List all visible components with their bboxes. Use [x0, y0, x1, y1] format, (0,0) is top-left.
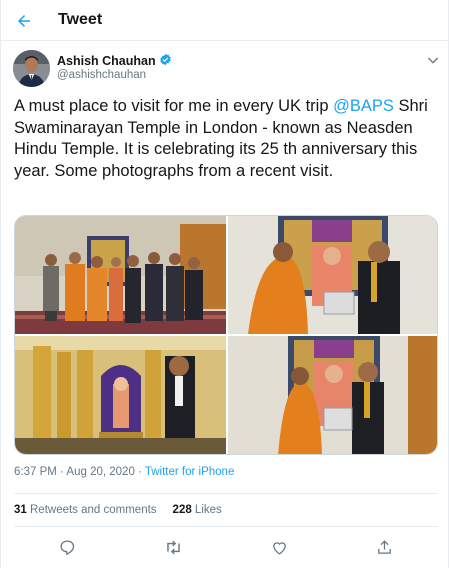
page-title: Tweet [58, 11, 103, 28]
tweet-text: A must place to visit for me in every UK… [14, 96, 442, 182]
source-link[interactable]: Twitter for iPhone [145, 466, 234, 478]
timestamp[interactable]: 6:37 PM · Aug 20, 2020 · [14, 466, 145, 478]
tweet-page: Tweet Ashish Chauhan @ashishchauhan A mu… [0, 0, 449, 568]
likes-label: Likes [191, 504, 222, 516]
like-icon[interactable] [269, 537, 289, 557]
author-name[interactable]: Ashish Chauhan [57, 53, 172, 69]
retweets-count: 31 [14, 504, 27, 516]
divider [14, 493, 438, 494]
likes-count: 228 [172, 504, 192, 516]
stats-row: 31 Retweets and comments 228 Likes [14, 504, 222, 516]
header: Tweet [1, 0, 449, 41]
photo-group[interactable] [15, 216, 226, 334]
avatar[interactable] [13, 50, 50, 87]
mention-link[interactable]: @BAPS [333, 97, 394, 115]
retweets-label: Retweets and comments [26, 504, 157, 516]
likes-stat[interactable]: 228 Likes [173, 504, 222, 516]
author-name-text[interactable]: Ashish Chauhan [57, 54, 156, 68]
tweet-text-start: A must place to visit for me in every UK… [14, 97, 334, 115]
retweet-icon[interactable] [163, 537, 183, 557]
reply-icon[interactable] [57, 537, 77, 557]
photo-gift[interactable] [228, 336, 437, 454]
author-handle[interactable]: @ashishchauhan [57, 69, 146, 81]
photo-shrine[interactable] [15, 336, 226, 454]
retweets-stat[interactable]: 31 Retweets and comments [14, 504, 157, 516]
tweet-meta: 6:37 PM · Aug 20, 2020 · Twitter for iPh… [14, 466, 234, 478]
divider [14, 526, 438, 527]
chevron-down-icon[interactable] [425, 52, 441, 68]
photo-grid [14, 215, 438, 455]
share-icon[interactable] [374, 537, 394, 557]
photo-presentation[interactable] [228, 216, 437, 334]
verified-badge-icon [159, 53, 172, 69]
back-arrow-icon[interactable] [11, 8, 37, 34]
